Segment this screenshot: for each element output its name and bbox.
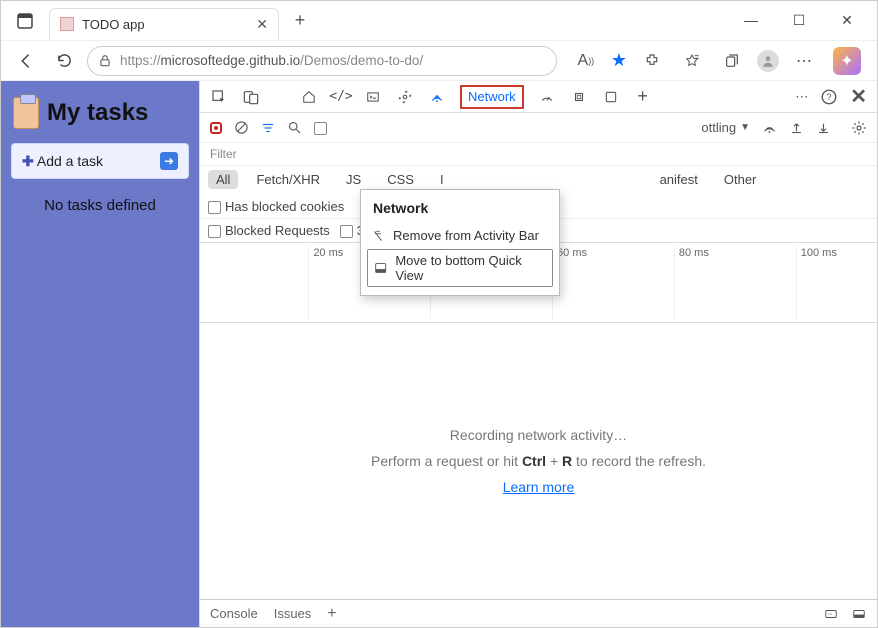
empty-tasks-label: No tasks defined — [11, 197, 189, 214]
tab-add[interactable]: + — [634, 81, 652, 112]
window-tabs-icon[interactable] — [1, 13, 49, 29]
recording-label: Recording network activity… — [450, 427, 627, 443]
filter-funnel-icon[interactable] — [261, 121, 275, 135]
clipboard-icon — [13, 97, 39, 129]
new-tab-button[interactable]: + — [285, 10, 315, 31]
collections-icon[interactable] — [717, 46, 747, 76]
network-conditions-icon[interactable] — [762, 120, 777, 135]
tab-memory[interactable] — [570, 81, 588, 112]
favorite-star-icon[interactable]: ★ — [611, 50, 627, 71]
window-close[interactable]: ✕ — [833, 12, 861, 29]
drawer-console-tab[interactable]: Console — [210, 606, 258, 621]
svg-text:?: ? — [827, 92, 832, 102]
drawer-add-tab[interactable]: + — [327, 605, 336, 623]
devtools-drawer: Console Issues + — [200, 599, 877, 627]
network-settings-icon[interactable] — [851, 120, 867, 136]
back-button[interactable] — [11, 46, 41, 76]
filter-manifest-trunc[interactable]: anifest — [652, 170, 706, 189]
window-minimize[interactable]: ― — [737, 12, 765, 29]
import-har-icon[interactable] — [816, 120, 831, 135]
record-button[interactable] — [210, 122, 222, 134]
favorites-bar-icon[interactable] — [677, 46, 707, 76]
devtools-tabstrip: </> Network + ⋯ ? ✕ — [200, 81, 877, 113]
filter-js[interactable]: JS — [338, 170, 369, 189]
devtools-more-icon[interactable]: ⋯ — [795, 89, 808, 105]
drawer-errors-icon[interactable] — [823, 607, 839, 621]
tab-console[interactable] — [364, 81, 382, 112]
filter-fetch[interactable]: Fetch/XHR — [248, 170, 328, 189]
extensions-icon[interactable] — [637, 46, 667, 76]
timeline-tick: 100 ms — [796, 247, 837, 319]
profile-avatar[interactable] — [757, 50, 779, 72]
tab-network-icon[interactable] — [428, 81, 446, 112]
clear-button[interactable] — [234, 120, 249, 135]
ctx-move-bottom-quickview[interactable]: Move to bottom Quick View — [367, 249, 553, 287]
search-icon[interactable] — [287, 120, 302, 135]
filter-img-trunc[interactable]: I — [432, 170, 452, 189]
filter-other[interactable]: Other — [716, 170, 765, 189]
read-aloud-icon[interactable]: A)) — [571, 46, 601, 76]
app-sidebar: My tasks ✚ Add a task ➜ No tasks defined — [1, 81, 199, 627]
device-toggle-icon[interactable] — [242, 88, 260, 106]
tab-performance[interactable] — [538, 81, 556, 112]
tab-network[interactable]: Network — [460, 85, 524, 109]
devtools-help-icon[interactable]: ? — [820, 88, 838, 106]
address-bar[interactable]: https://microsoftedge.github.io/Demos/de… — [87, 46, 557, 76]
filter-all[interactable]: All — [208, 170, 238, 189]
filter-input-label[interactable]: Filter — [200, 143, 877, 166]
drawer-toggle-icon[interactable] — [851, 607, 867, 621]
browser-tab[interactable]: TODO app ✕ — [49, 8, 279, 40]
drawer-issues-tab[interactable]: Issues — [274, 606, 312, 621]
preserve-log-checkbox[interactable] — [314, 120, 331, 135]
throttling-dropdown[interactable]: ottling ▼ — [701, 120, 750, 135]
export-har-icon[interactable] — [789, 120, 804, 135]
tab-favicon — [60, 17, 74, 31]
inspect-element-icon[interactable] — [210, 88, 228, 106]
tab-sources[interactable] — [396, 81, 414, 112]
tab-close-icon[interactable]: ✕ — [256, 16, 268, 33]
tab-elements[interactable]: </> — [332, 81, 350, 112]
page-title: My tasks — [47, 99, 148, 127]
filter-css[interactable]: CSS — [379, 170, 422, 189]
add-task-label: Add a task — [37, 153, 103, 169]
copilot-icon[interactable]: ✦ — [833, 47, 861, 75]
ctx-remove-activity-bar[interactable]: Remove from Activity Bar — [361, 224, 559, 247]
window-maximize[interactable]: ☐ — [785, 12, 813, 29]
has-blocked-cookies-checkbox[interactable]: Has blocked cookies — [208, 199, 344, 214]
url-text: https://microsoftedge.github.io/Demos/de… — [120, 53, 423, 68]
devtools-panel: </> Network + ⋯ ? ✕ ottling ▼ — [199, 81, 877, 627]
devtools-close-icon[interactable]: ✕ — [850, 84, 867, 109]
tab-title: TODO app — [82, 17, 145, 32]
add-task-input[interactable]: ✚ Add a task ➜ — [11, 143, 189, 179]
learn-more-link[interactable]: Learn more — [503, 479, 575, 495]
ctx-title: Network — [361, 196, 559, 224]
timeline-tick: 20 ms — [308, 247, 343, 319]
refresh-button[interactable] — [49, 46, 79, 76]
menu-dots-icon[interactable]: ⋯ — [789, 46, 819, 76]
site-lock-icon[interactable] — [98, 54, 112, 68]
tab-welcome[interactable] — [300, 81, 318, 112]
network-empty-state: Recording network activity… Perform a re… — [200, 323, 877, 599]
network-context-menu: Network Remove from Activity Bar Move to… — [360, 189, 560, 296]
network-toolbar: ottling ▼ — [200, 113, 877, 143]
blocked-requests-checkbox[interactable]: Blocked Requests — [208, 223, 330, 238]
submit-arrow-icon[interactable]: ➜ — [160, 152, 178, 170]
timeline-tick: 80 ms — [674, 247, 709, 319]
hint-label: Perform a request or hit Ctrl + R to rec… — [371, 453, 706, 469]
tab-application[interactable] — [602, 81, 620, 112]
